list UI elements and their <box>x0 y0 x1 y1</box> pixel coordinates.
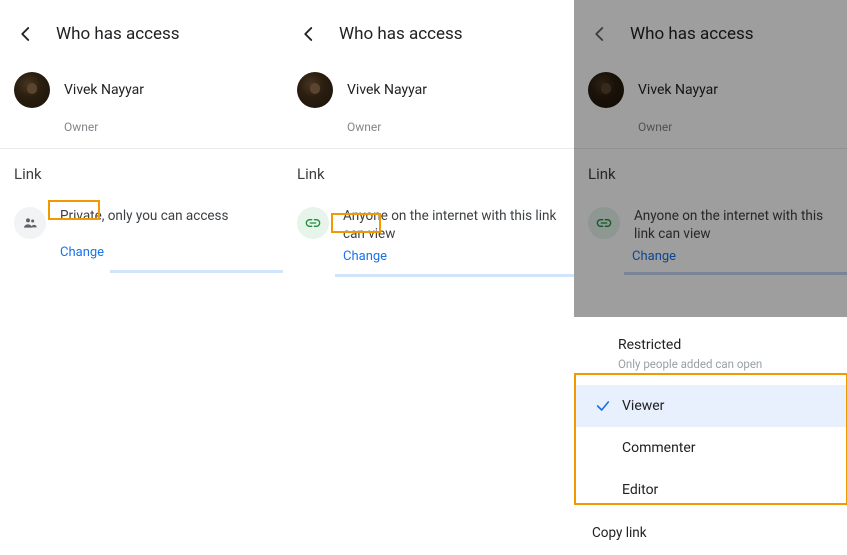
highlight-change <box>48 200 100 220</box>
avatar <box>297 72 333 108</box>
people-icon-svg <box>22 215 38 231</box>
user-role: Owner <box>574 112 847 148</box>
underline <box>335 274 574 277</box>
user-row[interactable]: Vivek Nayyar <box>574 64 847 112</box>
link-icon-svg <box>305 215 321 231</box>
user-name: Vivek Nayyar <box>638 82 718 98</box>
page-title: Who has access <box>56 24 180 44</box>
chevron-left-icon <box>17 25 35 43</box>
back-button[interactable] <box>14 22 38 46</box>
panel-anyone: Who has access Vivek Nayyar Owner Link A… <box>283 0 574 547</box>
restricted-option[interactable]: Restricted <box>574 337 847 355</box>
highlight-options <box>574 373 847 505</box>
user-name: Vivek Nayyar <box>64 82 144 98</box>
panel-private: Who has access Vivek Nayyar Owner Link P… <box>0 0 283 547</box>
change-link[interactable]: Change <box>574 247 736 268</box>
header: Who has access <box>0 0 283 64</box>
link-section-label: Link <box>0 149 283 195</box>
underline <box>624 272 847 275</box>
link-icon-svg <box>596 215 612 231</box>
header: Who has access <box>574 0 847 64</box>
panel-sheet: Who has access Vivek Nayyar Owner Link A… <box>574 0 847 547</box>
back-button[interactable] <box>588 22 612 46</box>
user-row[interactable]: Vivek Nayyar <box>0 64 283 112</box>
copy-link[interactable]: Copy link <box>574 511 847 555</box>
panel3-top: Who has access Vivek Nayyar Owner Link A… <box>574 0 847 317</box>
user-name: Vivek Nayyar <box>347 82 427 98</box>
back-button[interactable] <box>297 22 321 46</box>
page-title: Who has access <box>339 24 463 44</box>
underline <box>110 270 283 273</box>
link-section-label: Link <box>283 149 574 195</box>
link-section-label: Link <box>574 149 847 195</box>
link-icon <box>588 207 620 239</box>
user-row[interactable]: Vivek Nayyar <box>283 64 574 112</box>
link-row: Anyone on the internet with this link ca… <box>574 195 847 245</box>
link-icon <box>297 207 329 239</box>
link-row: Private, only you can access <box>0 195 283 241</box>
user-role: Owner <box>283 112 574 148</box>
chevron-left-icon <box>300 25 318 43</box>
link-description: Anyone on the internet with this link ca… <box>634 205 833 243</box>
people-icon <box>14 207 46 239</box>
avatar <box>588 72 624 108</box>
page-title: Who has access <box>630 24 754 44</box>
avatar <box>14 72 50 108</box>
link-row: Anyone on the internet with this link ca… <box>283 195 574 245</box>
highlight-change <box>331 213 381 233</box>
change-link[interactable]: Change <box>283 247 447 268</box>
header: Who has access <box>283 0 574 64</box>
chevron-left-icon <box>591 25 609 43</box>
user-role: Owner <box>0 112 283 148</box>
change-link[interactable]: Change <box>0 243 164 264</box>
